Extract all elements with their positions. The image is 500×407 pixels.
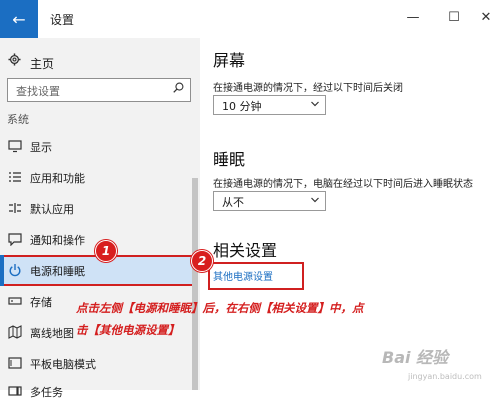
sidebar-item-power-sleep[interactable]: 电源和睡眠 xyxy=(0,255,194,286)
title-bar: ← 设置 — ☐ ✕ xyxy=(0,0,500,38)
tablet-icon xyxy=(8,357,22,369)
sidebar-item-label: 默认应用 xyxy=(30,203,74,216)
sleep-heading: 睡眠 xyxy=(213,150,246,169)
baidu-watermark: Bai 经验 xyxy=(382,348,449,367)
sidebar-item-label: 通知和操作 xyxy=(30,234,85,247)
step-badge-1: 1 xyxy=(95,240,117,262)
multitask-icon xyxy=(8,386,22,396)
search-box[interactable] xyxy=(7,78,191,102)
link-highlight-box xyxy=(208,262,304,290)
power-icon xyxy=(9,264,21,277)
sidebar-item-label: 离线地图 xyxy=(30,327,74,340)
map-icon xyxy=(8,325,22,339)
gear-icon xyxy=(8,53,21,66)
sidebar-item-display[interactable]: 显示 xyxy=(0,131,194,162)
chevron-down-icon xyxy=(311,101,319,107)
minimize-button[interactable]: — xyxy=(399,8,427,28)
back-button[interactable]: ← xyxy=(0,0,38,38)
sidebar-item-label: 平板电脑模式 xyxy=(30,358,96,371)
baidu-watermark-url: jingyan.baidu.com xyxy=(408,372,482,381)
screen-timeout-value: 10 分钟 xyxy=(222,100,262,113)
back-arrow-icon: ← xyxy=(12,9,26,29)
related-settings-heading: 相关设置 xyxy=(213,241,278,260)
window-title: 设置 xyxy=(50,13,75,27)
instruction-line-2: 击【其他电源设置】 xyxy=(76,323,180,337)
sidebar-item-apps[interactable]: 应用和功能 xyxy=(0,162,194,193)
home-label: 主页 xyxy=(30,57,55,71)
sidebar-item-tablet-mode[interactable]: 平板电脑模式 xyxy=(0,348,194,379)
sidebar-item-default-apps[interactable]: 默认应用 xyxy=(0,193,194,224)
default-apps-icon xyxy=(9,203,21,213)
close-button[interactable]: ✕ xyxy=(472,8,500,28)
maximize-button[interactable]: ☐ xyxy=(440,8,468,28)
notification-icon xyxy=(8,233,22,246)
screen-description: 在接通电源的情况下，经过以下时间后关闭 xyxy=(213,83,403,94)
sidebar-item-label: 应用和功能 xyxy=(30,172,85,185)
sidebar-item-label: 电源和睡眠 xyxy=(30,265,85,278)
sleep-timeout-dropdown[interactable]: 从不 xyxy=(213,191,326,211)
screen-timeout-dropdown[interactable]: 10 分钟 xyxy=(213,95,326,115)
sidebar-item-multitasking[interactable]: 多任务 xyxy=(0,376,194,407)
group-label-system: 系统 xyxy=(7,113,29,126)
screen-heading: 屏幕 xyxy=(213,51,246,70)
sidebar-home[interactable]: 主页 xyxy=(0,48,200,76)
instruction-text: 点击左侧【电源和睡眠】后，在右侧【相关设置】中，点 击【其他电源设置】 xyxy=(76,297,416,341)
search-icon xyxy=(173,82,184,93)
sidebar-item-label: 显示 xyxy=(30,141,52,154)
sidebar-item-label: 多任务 xyxy=(30,386,63,399)
monitor-icon xyxy=(8,140,22,153)
chevron-down-icon xyxy=(311,197,319,203)
sleep-description: 在接通电源的情况下，电脑在经过以下时间后进入睡眠状态 xyxy=(213,179,473,190)
search-input[interactable] xyxy=(14,80,168,102)
storage-icon xyxy=(8,297,22,305)
step-badge-2: 2 xyxy=(191,250,213,272)
sleep-timeout-value: 从不 xyxy=(222,196,244,209)
instruction-line-1: 点击左侧【电源和睡眠】后，在右侧【相关设置】中，点 xyxy=(76,301,364,315)
apps-list-icon xyxy=(9,172,21,182)
sidebar-scrollbar[interactable] xyxy=(192,178,198,390)
sidebar-item-label: 存储 xyxy=(30,296,52,309)
